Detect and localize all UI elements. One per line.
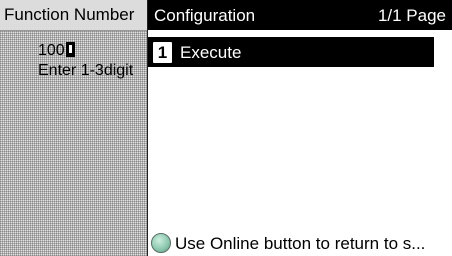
item-number-badge: 1 (153, 42, 172, 63)
menu-item-label: Execute (180, 43, 242, 62)
function-number-input[interactable]: 100 (38, 42, 75, 60)
online-led-icon (151, 233, 171, 253)
text-cursor-icon (65, 42, 75, 57)
function-number-header: Function Number (0, 0, 147, 31)
function-number-panel: Function Number 100 Enter 1-3digit (0, 0, 147, 256)
status-message: Use Online button to return to s... (175, 234, 426, 253)
title-bar: Configuration 1/1 Page (148, 0, 452, 30)
input-hint: Enter 1-3digit (38, 62, 134, 79)
page-title: Configuration (154, 6, 256, 25)
status-bar: Use Online button to return to s... (148, 230, 452, 256)
function-number-label: Function Number (4, 5, 135, 24)
configuration-panel: Configuration 1/1 Page 1 Execute Use Onl… (147, 0, 452, 256)
function-number-value: 100 (38, 42, 65, 59)
menu-item-execute[interactable]: 1 Execute (148, 37, 434, 67)
page-indicator: 1/1 Page (377, 6, 446, 25)
